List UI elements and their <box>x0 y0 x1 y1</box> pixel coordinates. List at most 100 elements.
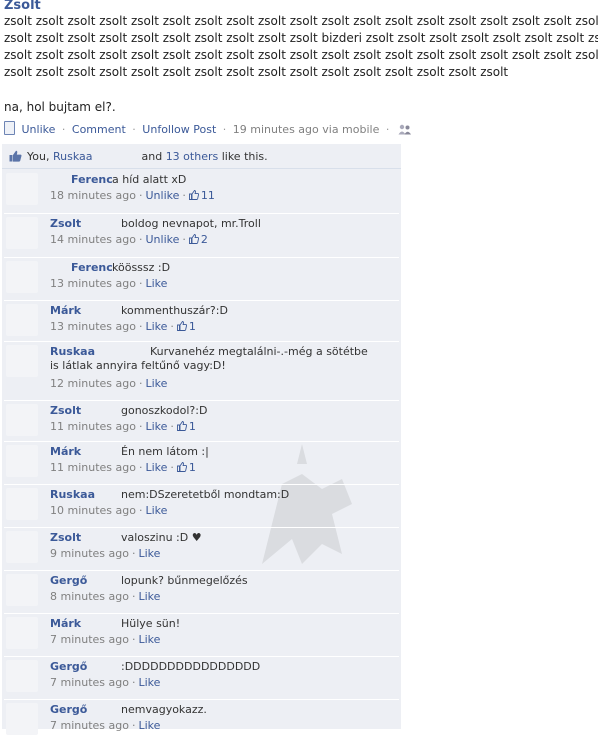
avatar[interactable] <box>6 531 38 563</box>
comment-author-link[interactable]: Gergő <box>50 574 87 587</box>
comment-meta: 10 minutes ago · Like <box>50 504 167 517</box>
like-link[interactable]: Like <box>145 461 167 474</box>
avatar[interactable] <box>6 574 38 606</box>
comment-author-link[interactable]: Márk <box>50 617 81 630</box>
avatar[interactable] <box>6 660 38 692</box>
post-second-line: na, hol bujtam el?. <box>4 100 116 114</box>
like-link[interactable]: Like <box>138 633 160 646</box>
comment-item: Zsolt valoszinu :D ♥ 9 minutes ago · Like <box>4 527 399 571</box>
comment-author-link[interactable]: Zsolt <box>50 531 81 544</box>
comment-author-link[interactable]: Márk <box>50 445 81 458</box>
comment-like-count[interactable]: 1 <box>176 320 196 333</box>
avatar[interactable] <box>6 404 38 436</box>
comment-timestamp[interactable]: 8 minutes ago <box>50 590 129 603</box>
comment-like-count[interactable]: 2 <box>188 233 208 246</box>
comment-text: nemvagyokazz. <box>121 703 207 716</box>
comment-like-count[interactable]: 1 <box>176 420 196 433</box>
like-link[interactable]: Like <box>138 547 160 560</box>
comment-meta: 12 minutes ago · Like <box>50 377 167 390</box>
avatar[interactable] <box>6 488 38 520</box>
thumbs-up-icon <box>176 421 187 431</box>
like-link[interactable]: Like <box>145 504 167 517</box>
avatar[interactable] <box>6 304 38 336</box>
comment-author-link[interactable]: Zsolt <box>50 404 81 417</box>
like-count-number: 2 <box>200 233 208 246</box>
comment-item: Márk Én nem látom :| 11 minutes ago · Like · 1 <box>4 441 399 485</box>
comment-text: a híd alatt xD <box>112 173 187 186</box>
comment-text: Kurvanehéz megtalálni-.-még a sötétbe is… <box>50 345 368 372</box>
like-link[interactable]: Like <box>138 590 160 603</box>
comment-timestamp[interactable]: 11 minutes ago <box>50 420 136 433</box>
comment-like-count[interactable]: 11 <box>188 189 215 202</box>
unfollow-post-link[interactable]: Unfollow Post <box>142 123 216 136</box>
thumbs-up-icon[interactable] <box>9 150 22 162</box>
separator: · <box>182 233 186 246</box>
comment-timestamp[interactable]: 9 minutes ago <box>50 547 129 560</box>
comment-item: Márk kommenthuszár?:D 13 minutes ago · Like ·… <box>4 300 399 342</box>
comment-meta: 14 minutes ago · Unlike · 2 <box>50 233 208 246</box>
like-link[interactable]: Like <box>145 420 167 433</box>
avatar[interactable] <box>6 345 38 377</box>
avatar[interactable] <box>6 445 38 477</box>
like-link[interactable]: Like <box>138 676 160 689</box>
unlike-link[interactable]: Unlike <box>22 123 56 136</box>
like-link[interactable]: Like <box>145 277 167 290</box>
post-author[interactable]: Zsolt <box>4 0 41 13</box>
comment-timestamp[interactable]: 7 minutes ago <box>50 719 129 732</box>
comment-author-link[interactable]: Gergő <box>50 660 87 673</box>
comment-item: Gergő lopunk? bűnmegelőzés 8 minutes ago · L… <box>4 570 399 614</box>
comment-item: Márk Hülye sün! 7 minutes ago · Like <box>4 613 399 657</box>
comment-text: lopunk? bűnmegelőzés <box>121 574 248 587</box>
post-actions: Unlike · Comment · Unfollow Post · 19 mi… <box>4 121 412 136</box>
unlike-link[interactable]: Unlike <box>145 233 179 246</box>
unlike-link[interactable]: Unlike <box>145 189 179 202</box>
comment-item: Gergő nemvagyokazz. 7 minutes ago · Like <box>4 699 399 743</box>
post-body: zsolt zsolt zsolt zsolt zsolt zsolt zsol… <box>4 13 598 81</box>
comment-timestamp[interactable]: 14 minutes ago <box>50 233 136 246</box>
comment-timestamp[interactable]: 18 minutes ago <box>50 189 136 202</box>
feedback-panel: You, Ruskaa and 13 others like this. Fer… <box>2 144 401 743</box>
avatar[interactable] <box>6 173 38 205</box>
comment-item: Ferenc a híd alatt xD 18 minutes ago · Unlik… <box>4 169 399 214</box>
like-link[interactable]: Like <box>145 377 167 390</box>
comment-meta: 8 minutes ago · Like <box>50 590 160 603</box>
comment-timestamp[interactable]: 13 minutes ago <box>50 320 136 333</box>
friends-icon[interactable] <box>398 124 412 135</box>
avatar[interactable] <box>6 217 38 249</box>
comment-timestamp[interactable]: 10 minutes ago <box>50 504 136 517</box>
separator: · <box>138 233 143 246</box>
likes-summary: You, Ruskaa and 13 others like this. <box>2 144 401 169</box>
thumbs-up-icon <box>176 462 187 472</box>
separator: · <box>170 420 174 433</box>
comment-timestamp[interactable]: 11 minutes ago <box>50 461 136 474</box>
like-count-number: 1 <box>188 461 196 474</box>
comment-link[interactable]: Comment <box>72 123 126 136</box>
comment-author-link[interactable]: Gergő <box>50 703 87 716</box>
comment-item: Ruskaa Kurvanehéz megtalálni-.-még a söté… <box>4 341 399 401</box>
comment-timestamp[interactable]: 12 minutes ago <box>50 377 136 390</box>
likes-name-link[interactable]: Ruskaa <box>53 150 93 163</box>
comment-timestamp[interactable]: 13 minutes ago <box>50 277 136 290</box>
comment-like-count[interactable]: 1 <box>176 461 196 474</box>
separator: · <box>385 123 390 136</box>
comment-author-link[interactable]: Ferenc <box>71 261 113 274</box>
comment-timestamp[interactable]: 7 minutes ago <box>50 633 129 646</box>
like-link[interactable]: Like <box>138 719 160 732</box>
post-timestamp[interactable]: 19 minutes ago via mobile <box>233 123 380 136</box>
comment-author-link[interactable]: Zsolt <box>50 217 81 230</box>
likes-others-link[interactable]: 13 others <box>166 150 219 163</box>
mobile-phone-icon <box>4 121 15 135</box>
comment-author-link[interactable]: Márk <box>50 304 81 317</box>
comment-author-link[interactable]: Ferenc <box>71 173 113 186</box>
comment-timestamp[interactable]: 7 minutes ago <box>50 676 129 689</box>
comment-meta: 7 minutes ago · Like <box>50 719 160 732</box>
comment-author-link[interactable]: Ruskaa <box>50 488 95 501</box>
separator: · <box>61 123 66 136</box>
separator: · <box>131 590 136 603</box>
avatar[interactable] <box>6 703 38 735</box>
avatar[interactable] <box>6 617 38 649</box>
comment-text: nem:DSzeretetből mondtam:D <box>121 488 290 501</box>
avatar[interactable] <box>6 261 38 293</box>
like-link[interactable]: Like <box>145 320 167 333</box>
comment-meta: 11 minutes ago · Like · 1 <box>50 461 196 474</box>
